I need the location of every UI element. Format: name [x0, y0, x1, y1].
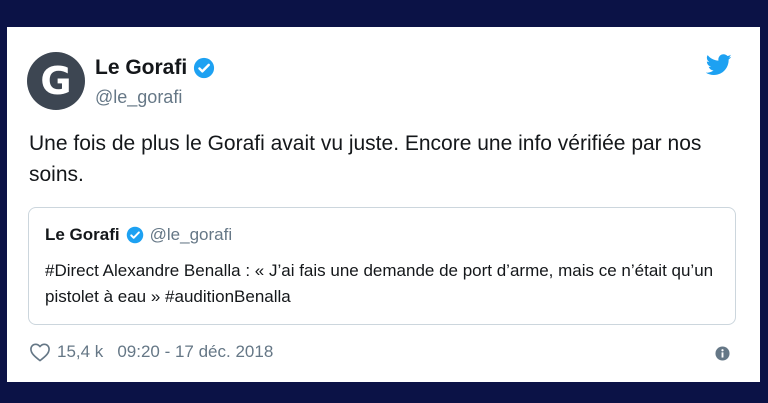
tweet-timestamp[interactable]: 09:20 - 17 déc. 2018: [117, 342, 273, 362]
heart-icon[interactable]: [29, 342, 51, 362]
quoted-tweet[interactable]: Le Gorafi @le_gorafi #Direct Alexandre B…: [28, 207, 736, 325]
twitter-bird-icon[interactable]: [706, 54, 732, 76]
verified-badge-icon: [194, 57, 215, 79]
quoted-author-row: Le Gorafi @le_gorafi: [45, 225, 232, 245]
quoted-tweet-text: #Direct Alexandre Benalla : « J’ai fais …: [45, 261, 714, 306]
author-name-row: Le Gorafi: [95, 56, 215, 80]
quoted-author-name: Le Gorafi: [45, 225, 120, 244]
info-icon[interactable]: [715, 346, 730, 361]
author-avatar[interactable]: G: [27, 52, 85, 110]
author-handle[interactable]: @le_gorafi: [95, 87, 182, 108]
tweet-text: Une fois de plus le Gorafi avait vu just…: [29, 132, 702, 186]
verified-badge-icon: [126, 226, 143, 244]
quoted-author-handle: @le_gorafi: [149, 225, 233, 244]
tweet-footer: 15,4 k 09:20 - 17 déc. 2018: [29, 342, 273, 362]
author-name[interactable]: Le Gorafi: [95, 56, 187, 80]
tweet-card: G Le Gorafi @le_gorafi Une fois de plus …: [7, 27, 760, 382]
avatar-logo-letter: G: [40, 59, 72, 103]
like-count: 15,4 k: [57, 342, 104, 361]
